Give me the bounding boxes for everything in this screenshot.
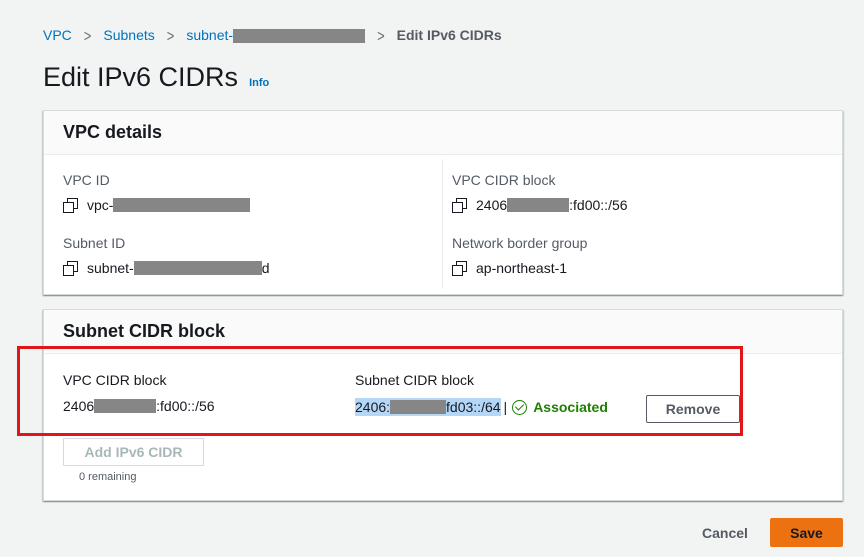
breadcrumb-current: Edit IPv6 CIDRs: [396, 27, 502, 43]
chevron-right-icon: >: [166, 25, 175, 45]
copy-icon[interactable]: [63, 261, 78, 276]
cidr-row-subnet-value: 2406: fd03::/64 | Associated: [355, 398, 608, 416]
border-group-value: ap-northeast-1: [452, 260, 567, 276]
remaining-count: 0 remaining: [79, 471, 137, 483]
breadcrumb-subnet-link[interactable]: subnet-: [186, 26, 366, 44]
vpc-details-panel: VPC details VPC ID vpc- Subnet ID subnet…: [43, 110, 843, 295]
info-link[interactable]: Info: [249, 77, 269, 89]
check-circle-icon: [512, 399, 528, 415]
chevron-right-icon: >: [377, 25, 385, 45]
subnet-cidr-selected-text[interactable]: 2406: fd03::/64: [355, 398, 501, 416]
add-ipv6-cidr-button[interactable]: Add IPv6 CIDR: [63, 438, 204, 466]
remove-button[interactable]: Remove: [646, 395, 740, 423]
vpc-cidr-prefix: 2406: [476, 197, 508, 213]
redacted-cidr: [94, 399, 157, 413]
cidr-row-vpc-label: VPC CIDR block: [63, 372, 167, 388]
vpc-cidr-label: VPC CIDR block: [452, 172, 556, 188]
redacted-cidr: [390, 400, 447, 414]
subnet-id-value: subnet-d: [63, 260, 270, 276]
cancel-button[interactable]: Cancel: [690, 519, 760, 547]
redacted-cidr: [507, 198, 570, 212]
breadcrumb: VPC > Subnets > subnet- > Edit IPv6 CIDR…: [43, 25, 502, 45]
status-badge: Associated: [512, 399, 608, 415]
cidr-row-vpc-suffix: :fd00::/56: [156, 398, 215, 414]
copy-icon[interactable]: [63, 198, 78, 213]
subnet-cidr-prefix: 2406:: [355, 399, 391, 415]
subnet-cidr-suffix: fd03::/64: [446, 399, 501, 415]
copy-icon[interactable]: [452, 198, 467, 213]
subnet-id-text: subnet-: [87, 260, 134, 276]
cidr-row-subnet-label: Subnet CIDR block: [355, 372, 475, 388]
vpc-details-header: VPC details: [44, 111, 842, 155]
save-button[interactable]: Save: [770, 518, 843, 547]
page-title-container: Edit IPv6 CIDRs Info: [43, 62, 269, 93]
redacted-vpc-id: [113, 198, 251, 212]
border-group-label: Network border group: [452, 235, 588, 251]
redacted-subnet-id: [233, 29, 366, 44]
vpc-id-label: VPC ID: [63, 172, 110, 188]
vpc-cidr-suffix: :fd00::/56: [569, 197, 628, 213]
redacted-subnet-id: [133, 261, 262, 275]
vpc-id-value: vpc-: [63, 197, 251, 213]
cidr-row-vpc-value: 2406 :fd00::/56: [63, 398, 215, 414]
subnet-cidr-header: Subnet CIDR block: [44, 310, 842, 354]
status-separator: |: [503, 399, 508, 415]
breadcrumb-subnet-prefix: subnet-: [186, 26, 234, 43]
subnet-id-label: Subnet ID: [63, 235, 126, 251]
subnet-cidr-panel: Subnet CIDR block VPC CIDR block 2406:fd…: [43, 309, 843, 501]
breadcrumb-subnets-link[interactable]: Subnets: [103, 27, 154, 43]
column-divider: [442, 159, 443, 289]
status-text: Associated: [533, 399, 608, 415]
vpc-id-text: vpc-: [87, 197, 114, 213]
chevron-right-icon: >: [83, 25, 92, 45]
border-group-text: ap-northeast-1: [476, 260, 568, 276]
breadcrumb-vpc-link[interactable]: VPC: [43, 27, 72, 43]
subnet-id-suffix: d: [261, 260, 270, 276]
page-title: Edit IPv6 CIDRs: [43, 62, 239, 92]
copy-icon[interactable]: [452, 261, 467, 276]
cidr-row-vpc-prefix: 2406: [63, 398, 95, 414]
vpc-cidr-value: 2406 :fd00::/56: [452, 197, 628, 213]
